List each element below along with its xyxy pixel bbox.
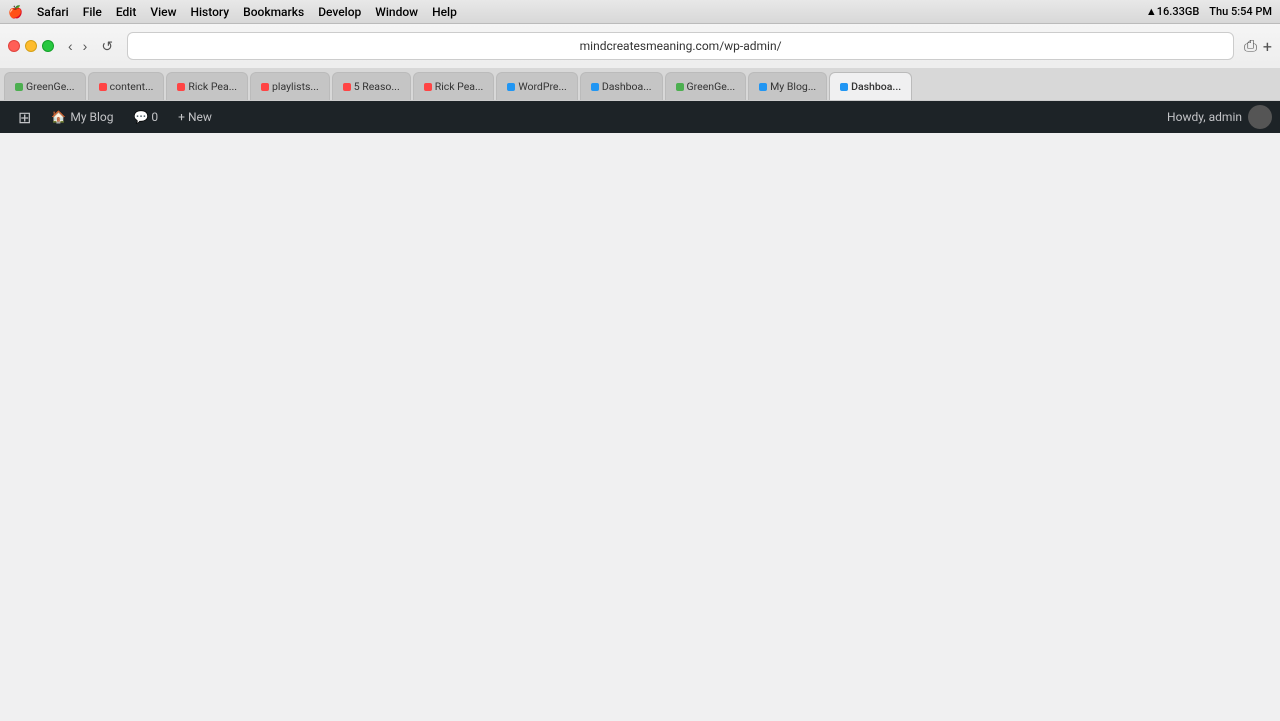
nav-buttons: ‹ ›	[64, 36, 91, 56]
tab-4[interactable]: 5 Reaso...	[332, 72, 411, 100]
bookmarks-menu[interactable]: Bookmarks	[243, 5, 304, 19]
comment-icon: 💬	[133, 110, 148, 124]
storage-indicator: ▲16.33GB	[1146, 5, 1199, 18]
tab-8[interactable]: GreenGe...	[665, 72, 747, 100]
tab-9[interactable]: My Blog...	[748, 72, 827, 100]
minimize-button[interactable]	[25, 40, 37, 52]
mac-menu-left: 🍎 Safari File Edit View History Bookmark…	[8, 5, 457, 19]
comments-item[interactable]: 💬 0	[123, 101, 168, 133]
history-menu[interactable]: History	[190, 5, 229, 19]
mac-menubar: 🍎 Safari File Edit View History Bookmark…	[0, 0, 1280, 24]
tab-1[interactable]: content...	[88, 72, 165, 100]
admin-bar: ⊞ 🏠 My Blog 💬 0 + New Howdy, admin	[0, 101, 1280, 133]
tab-7[interactable]: Dashboa...	[580, 72, 663, 100]
howdy-text: Howdy, admin	[1167, 110, 1242, 124]
browser-tabs: GreenGe... content... Rick Pea... playli…	[0, 68, 1280, 100]
wp-logo-item[interactable]: ⊞	[8, 101, 41, 133]
tab-6[interactable]: WordPre...	[496, 72, 578, 100]
reload-button[interactable]: ↺	[97, 36, 117, 57]
safari-menu[interactable]: Safari	[37, 5, 69, 19]
fullscreen-button[interactable]	[42, 40, 54, 52]
mac-menu-right: ▲16.33GB Thu 5:54 PM	[1146, 5, 1272, 18]
browser-chrome: ‹ › ↺ mindcreatesmeaning.com/wp-admin/ ⎙…	[0, 24, 1280, 101]
wp-logo-icon: ⊞	[18, 108, 31, 127]
url-text: mindcreatesmeaning.com/wp-admin/	[580, 39, 782, 53]
user-avatar	[1248, 105, 1272, 129]
help-menu[interactable]: Help	[432, 5, 457, 19]
close-button[interactable]	[8, 40, 20, 52]
howdy-section[interactable]: Howdy, admin	[1167, 105, 1272, 129]
site-name-item[interactable]: 🏠 My Blog	[41, 101, 123, 133]
admin-bar-right: Howdy, admin	[1167, 105, 1272, 129]
traffic-lights	[8, 40, 54, 52]
address-bar[interactable]: mindcreatesmeaning.com/wp-admin/	[127, 32, 1234, 60]
tab-0[interactable]: GreenGe...	[4, 72, 86, 100]
tab-5[interactable]: Rick Pea...	[413, 72, 495, 100]
browser-actions: ⎙ +	[1244, 36, 1272, 56]
share-icon[interactable]: ⎙	[1244, 36, 1257, 56]
comments-count: 0	[151, 110, 158, 124]
file-menu[interactable]: File	[83, 5, 102, 19]
add-tab-icon[interactable]: +	[1263, 37, 1272, 56]
clock: Thu 5:54 PM	[1209, 5, 1272, 18]
forward-button[interactable]: ›	[79, 36, 92, 56]
develop-menu[interactable]: Develop	[318, 5, 361, 19]
edit-menu[interactable]: Edit	[116, 5, 136, 19]
site-name-label: My Blog	[70, 110, 113, 124]
new-label: + New	[178, 110, 212, 124]
new-content-item[interactable]: + New	[168, 101, 222, 133]
home-icon: 🏠	[51, 110, 66, 124]
view-menu[interactable]: View	[150, 5, 176, 19]
tab-3[interactable]: playlists...	[250, 72, 330, 100]
tab-2[interactable]: Rick Pea...	[166, 72, 248, 100]
browser-toolbar: ‹ › ↺ mindcreatesmeaning.com/wp-admin/ ⎙…	[0, 24, 1280, 68]
window-menu[interactable]: Window	[375, 5, 418, 19]
apple-menu[interactable]: 🍎	[8, 5, 23, 19]
back-button[interactable]: ‹	[64, 36, 77, 56]
tab-10[interactable]: Dashboa...	[829, 72, 912, 100]
